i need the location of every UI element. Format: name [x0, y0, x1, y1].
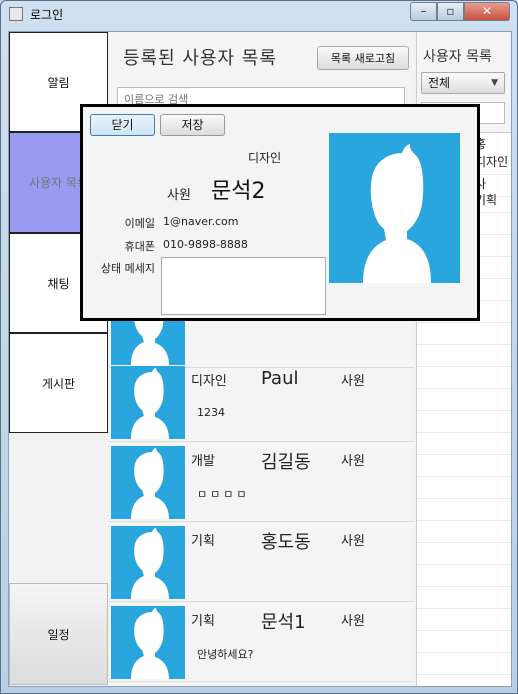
user-status-message: ㅁㅁㅁㅁ — [197, 488, 250, 501]
list-item[interactable] — [417, 587, 511, 609]
avatar — [111, 526, 185, 599]
filter-select[interactable]: 전체 ▼ — [421, 72, 505, 94]
list-item[interactable] — [417, 455, 511, 477]
user-position: 사원 — [341, 374, 365, 389]
user-status-message: 안녕하세요? — [197, 648, 254, 661]
nav-item-label: 채팅 — [47, 276, 70, 291]
avatar — [111, 446, 185, 519]
page-title: 등록된 사용자 목록 — [123, 48, 277, 69]
user-name: 김길동 — [261, 452, 311, 473]
user-card[interactable]: 디자인 Paul 사원 1234 — [109, 362, 414, 442]
phone-value: 010-9898-8888 — [163, 238, 248, 251]
filter-select-value: 전체 — [428, 76, 451, 90]
nav-item-label: 알림 — [47, 75, 70, 90]
title-bar: 로그인 – ▫ ✕ — [1, 1, 517, 27]
user-card[interactable]: 기획 홍도동 사원 — [109, 522, 414, 602]
list-item[interactable] — [417, 609, 511, 631]
list-item[interactable] — [417, 389, 511, 411]
list-item[interactable] — [417, 477, 511, 499]
phone-label: 휴대폰 — [124, 240, 155, 253]
minimize-button[interactable]: – — [410, 2, 437, 21]
list-item[interactable] — [417, 543, 511, 565]
list-item[interactable] — [417, 631, 511, 653]
close-button[interactable]: 닫기 — [90, 114, 155, 136]
app-icon — [9, 7, 23, 21]
user-dept: 기획 — [191, 614, 215, 629]
user-card[interactable]: 기획 문석1 사원 안녕하세요? — [109, 602, 414, 682]
user-card[interactable]: 개발 김길동 사원 ㅁㅁㅁㅁ — [109, 442, 414, 522]
profile-avatar[interactable] — [329, 133, 460, 283]
nav-item-board[interactable]: 게시판 — [9, 333, 108, 433]
chevron-down-icon: ▼ — [491, 78, 498, 88]
list-item[interactable] — [417, 411, 511, 433]
list-item[interactable] — [417, 433, 511, 455]
window-title: 로그인 — [30, 8, 64, 22]
user-status-message: 1234 — [197, 406, 225, 419]
list-item[interactable] — [417, 345, 511, 367]
email-label: 이메일 — [124, 217, 155, 230]
email-value: 1@naver.com — [163, 215, 239, 228]
avatar — [111, 366, 185, 439]
user-name: 홍도동 — [261, 532, 311, 553]
nav-item-label: 일정 — [47, 627, 70, 642]
nav-item-label: 게시판 — [41, 376, 76, 391]
list-item[interactable] — [417, 323, 511, 345]
user-position: 사원 — [341, 614, 365, 629]
profile-dept: 디자인 — [248, 151, 282, 165]
profile-name: 문석2 — [211, 179, 266, 204]
maximize-button[interactable]: ▫ — [437, 2, 464, 21]
user-dept: 디자인 — [191, 374, 227, 389]
list-item[interactable] — [417, 521, 511, 543]
list-item[interactable] — [417, 653, 511, 675]
right-panel-title: 사용자 목록 — [423, 49, 492, 65]
avatar — [111, 606, 185, 679]
user-name: 문석1 — [261, 612, 306, 633]
user-position: 사원 — [341, 534, 365, 549]
nav-item-schedule[interactable]: 일정 — [9, 583, 108, 685]
profile-position: 사원 — [167, 188, 191, 203]
status-message-label: 상태 메세지 — [100, 262, 155, 275]
list-item[interactable] — [417, 565, 511, 587]
user-position: 사원 — [341, 454, 365, 469]
user-dept: 개발 — [191, 454, 215, 469]
list-item[interactable] — [417, 499, 511, 521]
user-name: Paul — [261, 368, 299, 389]
list-item[interactable] — [417, 367, 511, 389]
refresh-list-button[interactable]: 목록 새로고침 — [317, 46, 409, 70]
user-profile-popup: 닫기 저장 디자인 사원 문석2 이메일 1@naver.com 휴대폰 010… — [80, 104, 480, 321]
close-window-button[interactable]: ✕ — [464, 2, 510, 21]
app-window: 로그인 – ▫ ✕ 알림 사용자 목록 채팅 게시판 일정 등록된 사용자 목록… — [0, 0, 518, 694]
user-dept: 기획 — [191, 534, 215, 549]
save-button[interactable]: 저장 — [160, 114, 225, 136]
status-message-field[interactable] — [161, 257, 326, 315]
